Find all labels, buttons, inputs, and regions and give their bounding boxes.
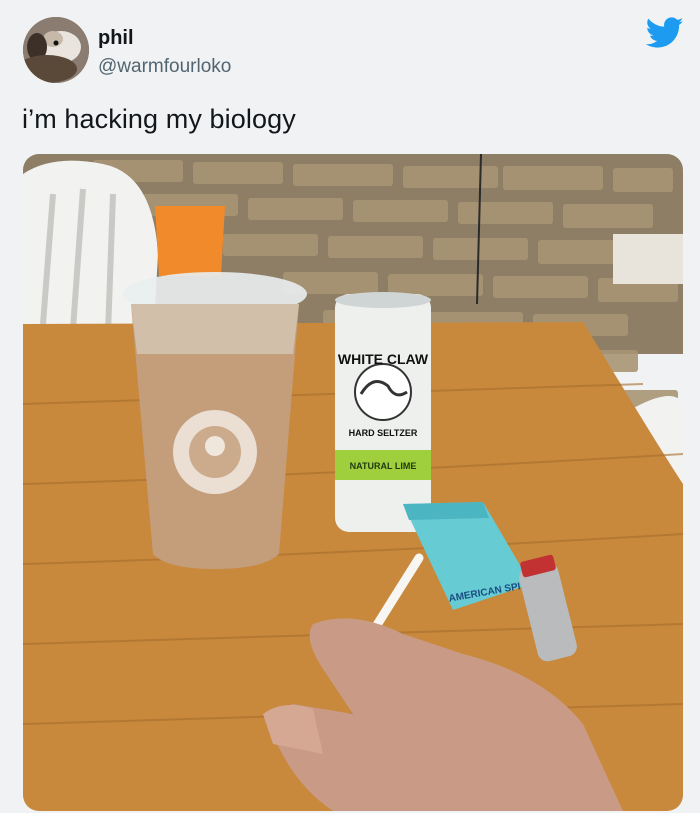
user-name[interactable]: phil	[98, 27, 134, 50]
user-handle[interactable]: @warmfourloko	[98, 56, 231, 78]
can-type-text: HARD SELTZER	[349, 428, 418, 438]
tweet-text: i’m hacking my biology	[22, 104, 296, 134]
can-flavor-text: NATURAL LIME	[350, 461, 417, 471]
twitter-bird-icon[interactable]	[645, 17, 684, 49]
avatar[interactable]	[23, 17, 89, 83]
tweet-photo[interactable]: WHITE CLAW HARD SELTZER NATURAL LIME AME…	[23, 154, 683, 811]
tweet-card: phil @warmfourloko i’m hacking my biolog…	[0, 0, 700, 813]
avatar-photo-icon	[23, 17, 89, 83]
orange-cup	[155, 206, 225, 276]
can-brand-text: WHITE CLAW	[338, 351, 429, 367]
